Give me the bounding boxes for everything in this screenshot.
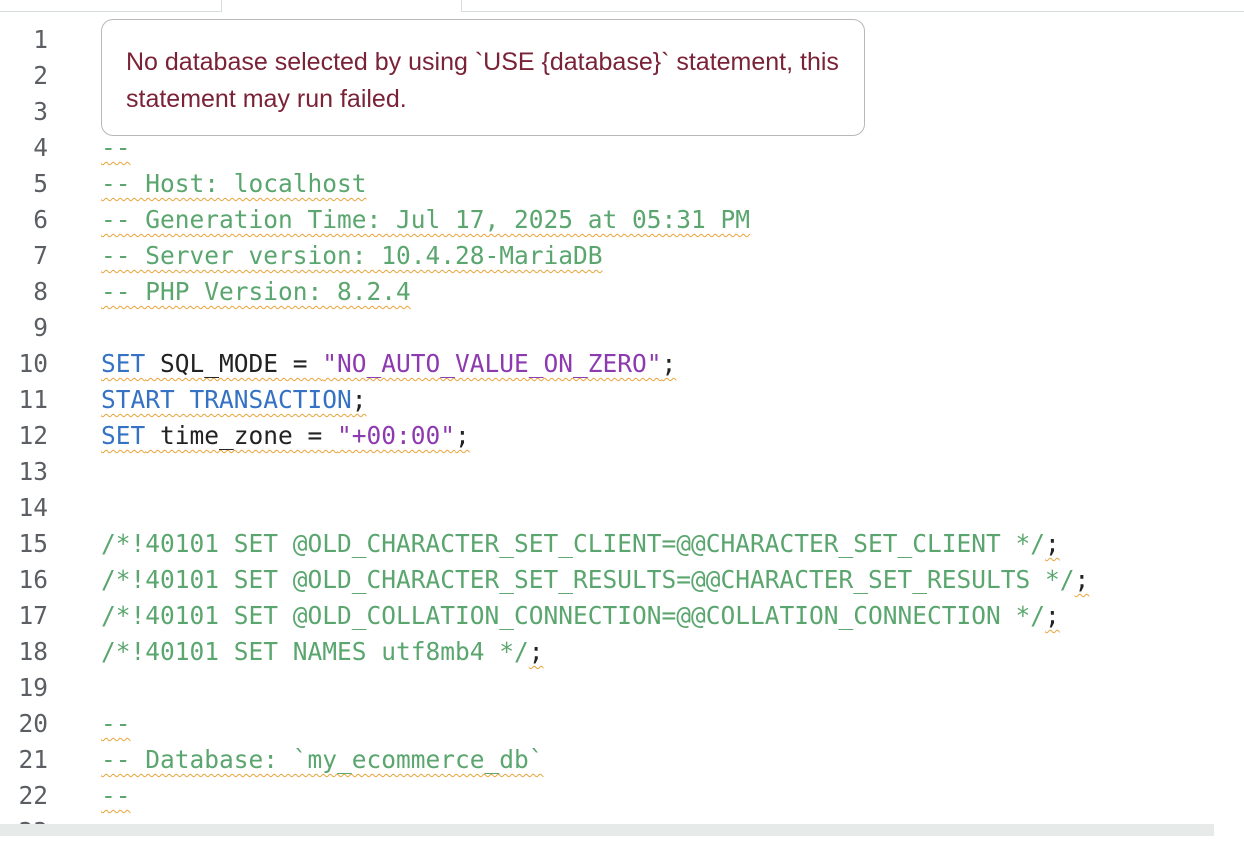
code-line[interactable]: 19 bbox=[0, 670, 1244, 706]
line-number: 9 bbox=[33, 313, 48, 342]
code-line[interactable]: 9 bbox=[0, 310, 1244, 346]
code-text: -- PHP Version: 8.2.4 bbox=[101, 274, 411, 310]
line-number: 18 bbox=[18, 637, 48, 666]
line-number: 22 bbox=[18, 781, 48, 810]
line-number: 21 bbox=[18, 745, 48, 774]
line-number: 5 bbox=[33, 169, 48, 198]
line-number: 6 bbox=[33, 205, 48, 234]
code-line[interactable]: 12 SET time_zone = "+00:00"; bbox=[0, 418, 1244, 454]
line-number: 19 bbox=[18, 673, 48, 702]
code-token: -- Server version: 10.4.28-MariaDB bbox=[101, 241, 603, 270]
code-line[interactable]: 23 bbox=[0, 814, 1244, 824]
code-line[interactable]: 7 -- Server version: 10.4.28-MariaDB bbox=[0, 238, 1244, 274]
code-token: -- bbox=[101, 133, 131, 162]
code-token: ; bbox=[1045, 601, 1060, 630]
line-number: 7 bbox=[33, 241, 48, 270]
code-token: -- bbox=[101, 709, 131, 738]
code-token: ; bbox=[455, 421, 470, 450]
warning-tooltip: No database selected by using `USE {data… bbox=[101, 19, 865, 136]
code-token: time_zone = bbox=[145, 421, 338, 450]
code-line[interactable]: 6 -- Generation Time: Jul 17, 2025 at 05:… bbox=[0, 202, 1244, 238]
code-line[interactable]: 10 SET SQL_MODE = "NO_AUTO_VALUE_ON_ZERO"… bbox=[0, 346, 1244, 382]
code-text: /*!40101 SET NAMES utf8mb4 */; bbox=[101, 634, 544, 670]
code-token: SET bbox=[101, 421, 146, 450]
code-token: /*!40101 SET @OLD_CHARACTER_SET_CLIENT=@… bbox=[101, 529, 1046, 558]
code-text: -- bbox=[101, 706, 131, 742]
code-token: ; bbox=[1074, 565, 1090, 594]
code-text: SET time_zone = "+00:00"; bbox=[101, 418, 470, 454]
code-token: /*!40101 SET @OLD_CHARACTER_SET_RESULTS=… bbox=[101, 565, 1075, 594]
code-line[interactable]: 14 bbox=[0, 490, 1244, 526]
line-number: 11 bbox=[18, 385, 48, 414]
code-token: /*!40101 SET @OLD_COLLATION_CONNECTION=@… bbox=[101, 601, 1046, 630]
warning-tooltip-message: No database selected by using `USE {data… bbox=[126, 48, 839, 113]
tab-strip-border-left bbox=[0, 11, 221, 12]
code-line[interactable]: 13 bbox=[0, 454, 1244, 490]
code-token: SQL_MODE = bbox=[145, 349, 323, 378]
code-text: -- Host: localhost bbox=[101, 166, 367, 202]
code-line[interactable]: 11 START TRANSACTION; bbox=[0, 382, 1244, 418]
line-number: 1 bbox=[33, 25, 48, 54]
line-number: 3 bbox=[33, 97, 48, 126]
line-number: 10 bbox=[18, 349, 48, 378]
line-number: 2 bbox=[33, 61, 48, 90]
code-line[interactable]: 20 -- bbox=[0, 706, 1244, 742]
code-line[interactable]: 8 -- PHP Version: 8.2.4 bbox=[0, 274, 1244, 310]
code-token: ; bbox=[1045, 529, 1060, 558]
code-text: -- Generation Time: Jul 17, 2025 at 05:3… bbox=[101, 202, 750, 238]
code-token: -- bbox=[101, 781, 131, 810]
line-number: 4 bbox=[33, 133, 48, 162]
line-number: 23 bbox=[0, 814, 48, 824]
tab-strip-border-right bbox=[461, 11, 1244, 12]
line-number: 15 bbox=[18, 529, 48, 558]
code-token: /*!40101 SET NAMES utf8mb4 */ bbox=[101, 637, 529, 666]
code-line[interactable]: 17 /*!40101 SET @OLD_COLLATION_CONNECTION… bbox=[0, 598, 1244, 634]
code-line[interactable]: 18 /*!40101 SET NAMES utf8mb4 */; bbox=[0, 634, 1244, 670]
editor-tab-strip bbox=[0, 0, 1244, 12]
code-text: -- Database: `my_ecommerce_db` bbox=[101, 742, 544, 778]
code-line[interactable]: 15 /*!40101 SET @OLD_CHARACTER_SET_CLIENT… bbox=[0, 526, 1244, 562]
code-line[interactable]: 5 -- Host: localhost bbox=[0, 166, 1244, 202]
code-token: ; bbox=[661, 349, 677, 378]
code-line[interactable]: 21 -- Database: `my_ecommerce_db` bbox=[0, 742, 1244, 778]
code-token: -- PHP Version: 8.2.4 bbox=[101, 277, 411, 306]
code-token: -- Database: `my_ecommerce_db` bbox=[101, 745, 544, 774]
line-number: 12 bbox=[18, 421, 48, 450]
line-number: 14 bbox=[18, 493, 48, 522]
line-number: 13 bbox=[18, 457, 48, 486]
code-text: SET SQL_MODE = "NO_AUTO_VALUE_ON_ZERO"; bbox=[101, 346, 676, 382]
line-number: 17 bbox=[18, 601, 48, 630]
code-token: -- Host: localhost bbox=[101, 169, 367, 198]
code-text: /*!40101 SET @OLD_COLLATION_CONNECTION=@… bbox=[101, 598, 1060, 634]
horizontal-scrollbar[interactable] bbox=[0, 824, 1214, 836]
code-line[interactable]: 16 /*!40101 SET @OLD_CHARACTER_SET_RESULT… bbox=[0, 562, 1244, 598]
code-token: SET bbox=[101, 349, 146, 378]
tab-divider bbox=[221, 0, 222, 12]
code-token: "NO_AUTO_VALUE_ON_ZERO" bbox=[322, 349, 662, 378]
code-text: /*!40101 SET @OLD_CHARACTER_SET_RESULTS=… bbox=[101, 562, 1089, 598]
code-text: -- Server version: 10.4.28-MariaDB bbox=[101, 238, 603, 274]
code-text: START TRANSACTION; bbox=[101, 382, 367, 418]
line-number: 16 bbox=[18, 565, 48, 594]
line-number: 8 bbox=[33, 277, 48, 306]
code-token: "+00:00" bbox=[337, 421, 456, 450]
code-token: ; bbox=[351, 385, 367, 414]
code-token: ; bbox=[528, 637, 544, 666]
code-text: /*!40101 SET @OLD_CHARACTER_SET_CLIENT=@… bbox=[101, 526, 1060, 562]
code-token: START TRANSACTION bbox=[101, 385, 352, 414]
sql-code-editor[interactable]: 1 2 3 4 -- 5 -- Host: localhost 6 -- Generation … bbox=[0, 22, 1244, 824]
code-token: -- Generation Time: Jul 17, 2025 at 05:3… bbox=[101, 205, 751, 234]
code-text: -- bbox=[101, 778, 131, 814]
line-number: 20 bbox=[18, 709, 48, 738]
code-line[interactable]: 22 -- bbox=[0, 778, 1244, 814]
